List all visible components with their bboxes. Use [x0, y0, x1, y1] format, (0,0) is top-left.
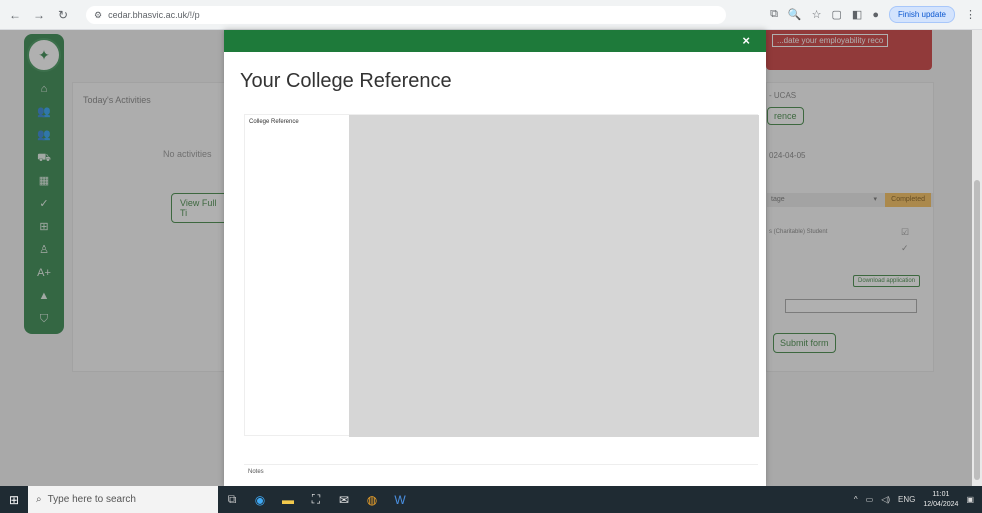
language-indicator[interactable]: ENG [898, 495, 915, 504]
finish-update-button[interactable]: Finish update [888, 6, 955, 23]
site-info-icon[interactable]: ⚙ [94, 10, 102, 21]
system-tray: ^ ▭ ◁) ENG 11:01 12/04/2024 ▣ [854, 486, 974, 513]
taskbar-search-box[interactable]: ⌕ Type here to search [28, 486, 218, 513]
browser-toolbar: ← → ↻ ⚙ cedar.bhasvic.ac.uk/!/p ⧉ 🔍 ☆ ▢ … [0, 0, 982, 30]
split-view-icon[interactable]: ◧ [852, 8, 862, 21]
store-icon[interactable]: ⛶ [302, 486, 330, 513]
page-scrollbar[interactable] [972, 30, 982, 486]
scrollbar-thumb[interactable] [974, 180, 980, 480]
reload-icon[interactable]: ↻ [54, 6, 72, 24]
chevron-up-icon[interactable]: ^ [854, 495, 858, 504]
reference-panel: College Reference [244, 114, 759, 437]
taskbar-search-placeholder: Type here to search [47, 494, 136, 505]
taskbar-clock[interactable]: 11:01 12/04/2024 [923, 490, 958, 510]
clock-time: 11:01 [932, 490, 950, 498]
edge-browser-icon[interactable]: ◉ [246, 486, 274, 513]
extensions-icon[interactable]: ▢ [832, 8, 842, 21]
chrome-browser-icon[interactable]: ◍ [358, 486, 386, 513]
install-app-icon[interactable]: ⧉ [770, 8, 778, 21]
address-url: cedar.bhasvic.ac.uk/!/p [108, 10, 200, 20]
network-icon[interactable]: ▭ [866, 495, 874, 504]
zoom-icon[interactable]: 🔍 [788, 8, 802, 21]
reference-label: College Reference [249, 119, 299, 125]
windows-start-icon[interactable]: ⊞ [0, 486, 28, 513]
mail-icon[interactable]: ✉ [330, 486, 358, 513]
profile-icon[interactable]: ● [872, 9, 879, 21]
back-arrow-icon[interactable]: ← [6, 6, 24, 24]
windows-taskbar: ⊞ ⌕ Type here to search ⧉ ◉ ▬ ⛶ ✉ ◍ W ^ … [0, 486, 982, 513]
search-icon: ⌕ [36, 494, 42, 505]
modal-header-bar: × [224, 30, 766, 52]
clock-date: 12/04/2024 [923, 500, 959, 508]
modal-title: Your College Reference [240, 70, 452, 92]
file-explorer-icon[interactable]: ▬ [274, 486, 302, 513]
notes-row: Notes [244, 464, 758, 486]
task-view-icon[interactable]: ⧉ [218, 486, 246, 513]
close-icon[interactable]: × [742, 33, 750, 48]
forward-arrow-icon[interactable]: → [30, 6, 48, 24]
reference-document-viewer[interactable] [349, 115, 759, 437]
address-bar[interactable]: ⚙ cedar.bhasvic.ac.uk/!/p [86, 6, 726, 24]
word-icon[interactable]: W [386, 486, 414, 513]
volume-icon[interactable]: ◁) [881, 495, 890, 504]
college-reference-modal: × Your College Reference College Referen… [224, 30, 766, 486]
more-menu-icon[interactable]: ⋮ [965, 8, 976, 21]
notification-icon[interactable]: ▣ [966, 495, 974, 504]
bookmark-star-icon[interactable]: ☆ [812, 8, 822, 21]
notes-label: Notes [248, 469, 264, 475]
